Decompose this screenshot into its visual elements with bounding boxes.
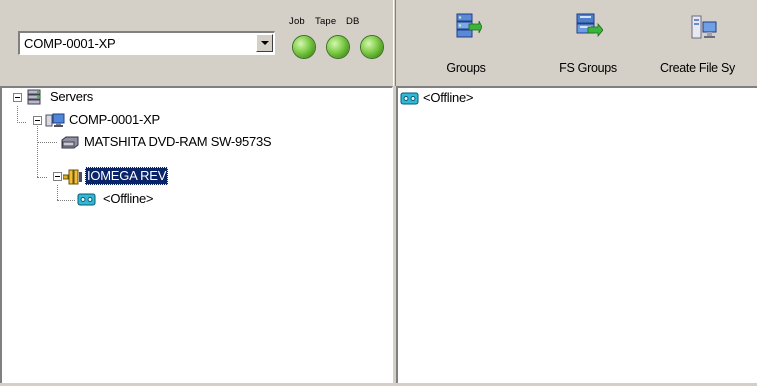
tree-connector	[37, 177, 47, 178]
cartridge-icon	[77, 193, 96, 206]
rev-drive-label: IOMEGA REV	[85, 167, 169, 185]
groups-icon	[456, 13, 482, 38]
chevron-down-icon[interactable]	[256, 34, 273, 52]
tree-connector	[17, 122, 26, 123]
db-status-light-icon	[361, 36, 383, 58]
computer-icon	[45, 113, 65, 127]
collapse-rev-drive-toggle[interactable]	[53, 172, 62, 181]
tree-connector	[37, 142, 57, 143]
job-indicator-label: Job	[289, 16, 305, 27]
servers-label: Servers	[50, 89, 94, 104]
job-status-light-icon	[293, 36, 315, 58]
server-label: COMP-0001-XP	[69, 112, 160, 127]
optical-drive-icon	[61, 136, 79, 149]
collapse-server-toggle[interactable]	[33, 116, 42, 125]
file-system-icon	[691, 15, 717, 39]
media-list[interactable]: <Offline>	[396, 86, 757, 386]
toolbar: Groups FS Groups Create File Sy	[396, 0, 757, 86]
collapse-servers-toggle[interactable]	[13, 93, 22, 102]
servers-icon	[27, 89, 41, 105]
server-status-panel: COMP-0001-XP Job Tape DB	[0, 0, 393, 86]
server-tree[interactable]: Servers COMP-0001-XP MATSHITA DVD-RAM SW…	[0, 86, 393, 386]
dvd-drive-label: MATSHITA DVD-RAM SW-9573S	[84, 134, 272, 149]
fs-groups-icon	[576, 13, 603, 38]
tape-status-light-icon	[327, 36, 349, 58]
tape-indicator-label: Tape	[315, 16, 337, 27]
cartridge-icon	[400, 92, 419, 105]
groups-button[interactable]: Groups	[430, 0, 502, 86]
tape-drive-icon	[63, 169, 82, 185]
groups-label: Groups	[446, 61, 486, 75]
create-file-system-button[interactable]: Create File Sy	[658, 0, 757, 86]
fs-groups-label: FS Groups	[559, 61, 617, 75]
fs-groups-button[interactable]: FS Groups	[549, 0, 627, 86]
offline-media-label: <Offline>	[103, 191, 154, 206]
tree-connector	[57, 185, 58, 200]
tree-connector	[57, 200, 75, 201]
server-dropdown[interactable]: COMP-0001-XP	[18, 31, 275, 55]
create-file-system-label: Create File Sy	[660, 61, 735, 75]
server-dropdown-value: COMP-0001-XP	[24, 36, 116, 51]
db-indicator-label: DB	[346, 16, 360, 27]
list-item-label: <Offline>	[423, 90, 474, 105]
tree-connector	[17, 106, 18, 123]
tree-connector	[37, 124, 38, 177]
